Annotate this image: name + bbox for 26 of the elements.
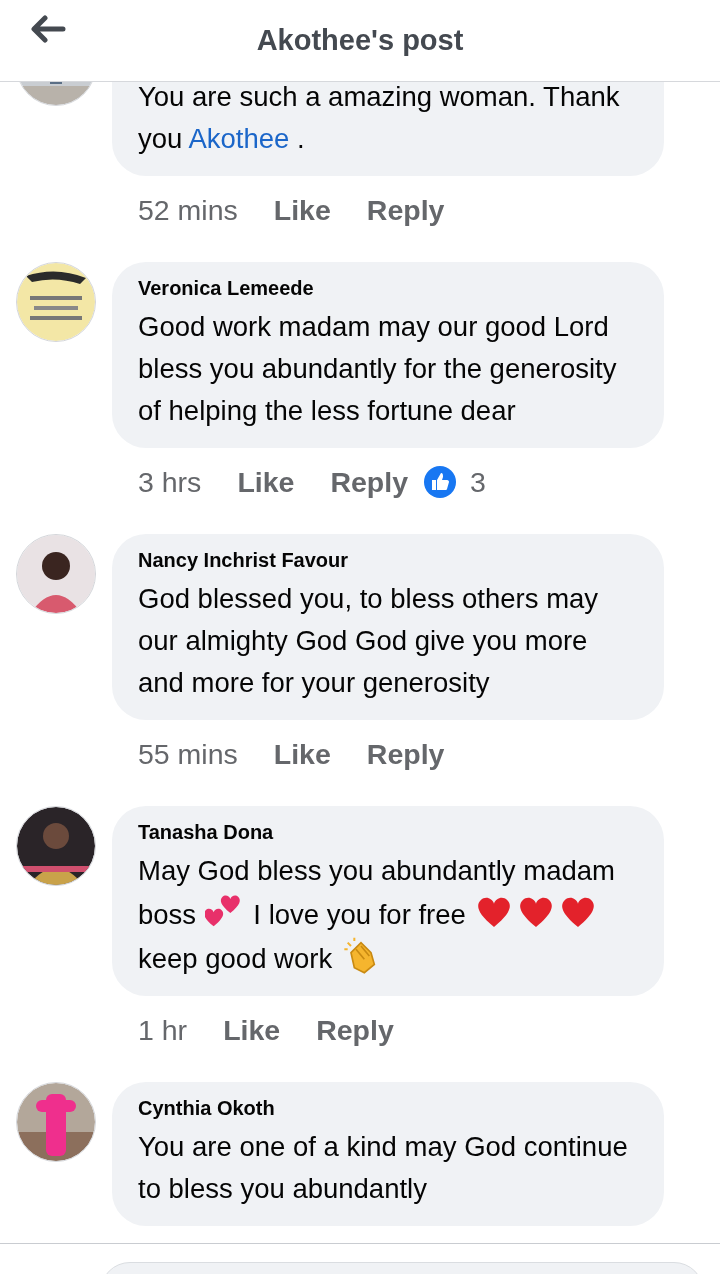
comment-time: 52 mins — [138, 193, 238, 227]
comment-text: May God bless you abundantly madam boss I love you for free keep good work — [138, 854, 616, 978]
like-link[interactable]: Like — [237, 465, 295, 499]
like-link[interactable]: Like — [223, 1013, 281, 1047]
reply-link[interactable]: Reply — [366, 193, 445, 227]
reply-link[interactable]: Reply — [330, 465, 409, 499]
like-link[interactable]: Like — [273, 737, 331, 771]
reply-link[interactable]: Reply — [316, 1013, 394, 1047]
reaction-count: 3 — [470, 465, 486, 499]
comment-text: God blessed you, to bless others may our almighty God God give you more and more for your generosity — [138, 582, 600, 700]
comment-time: 1 hr — [138, 1013, 188, 1047]
comment-text: You are such a amazing woman. Thank you Akothee . — [138, 82, 621, 156]
comment-text: You are one of a kind may God continue to bless you abundantly — [138, 1130, 629, 1206]
commenter-name[interactable]: Cynthia Okoth — [138, 1096, 638, 1120]
commenter-name[interactable]: Veronica Lemeede — [138, 276, 638, 300]
reply-link[interactable]: Reply — [366, 737, 445, 771]
like-link[interactable]: Like — [273, 193, 331, 227]
back-icon[interactable] — [30, 15, 66, 43]
commenter-name[interactable]: Tanasha Dona — [138, 820, 638, 844]
commenter-name[interactable]: Nancy Inchrist Favour — [138, 548, 638, 572]
comment-text: Good work madam may our good Lord bless you abundantly for the generosity of helping the less fortune dear — [138, 310, 618, 428]
comment-time: 55 mins — [138, 737, 238, 771]
comment-time: 3 hrs — [138, 465, 202, 499]
like-reaction-icon — [424, 466, 457, 498]
mention-link[interactable]: Akothee — [188, 123, 290, 154]
page-title: Akothee's post — [256, 24, 464, 57]
